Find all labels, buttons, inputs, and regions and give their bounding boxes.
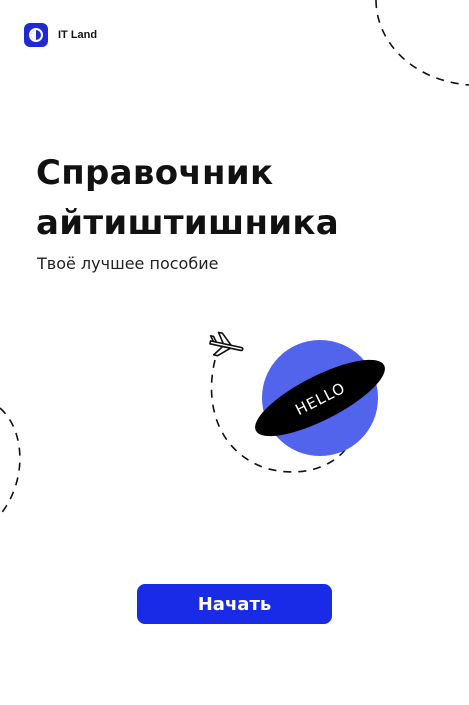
start-button[interactable]: Начать: [137, 584, 332, 624]
planet-icon: HELLO: [255, 340, 385, 456]
airplane-icon: [209, 331, 244, 357]
